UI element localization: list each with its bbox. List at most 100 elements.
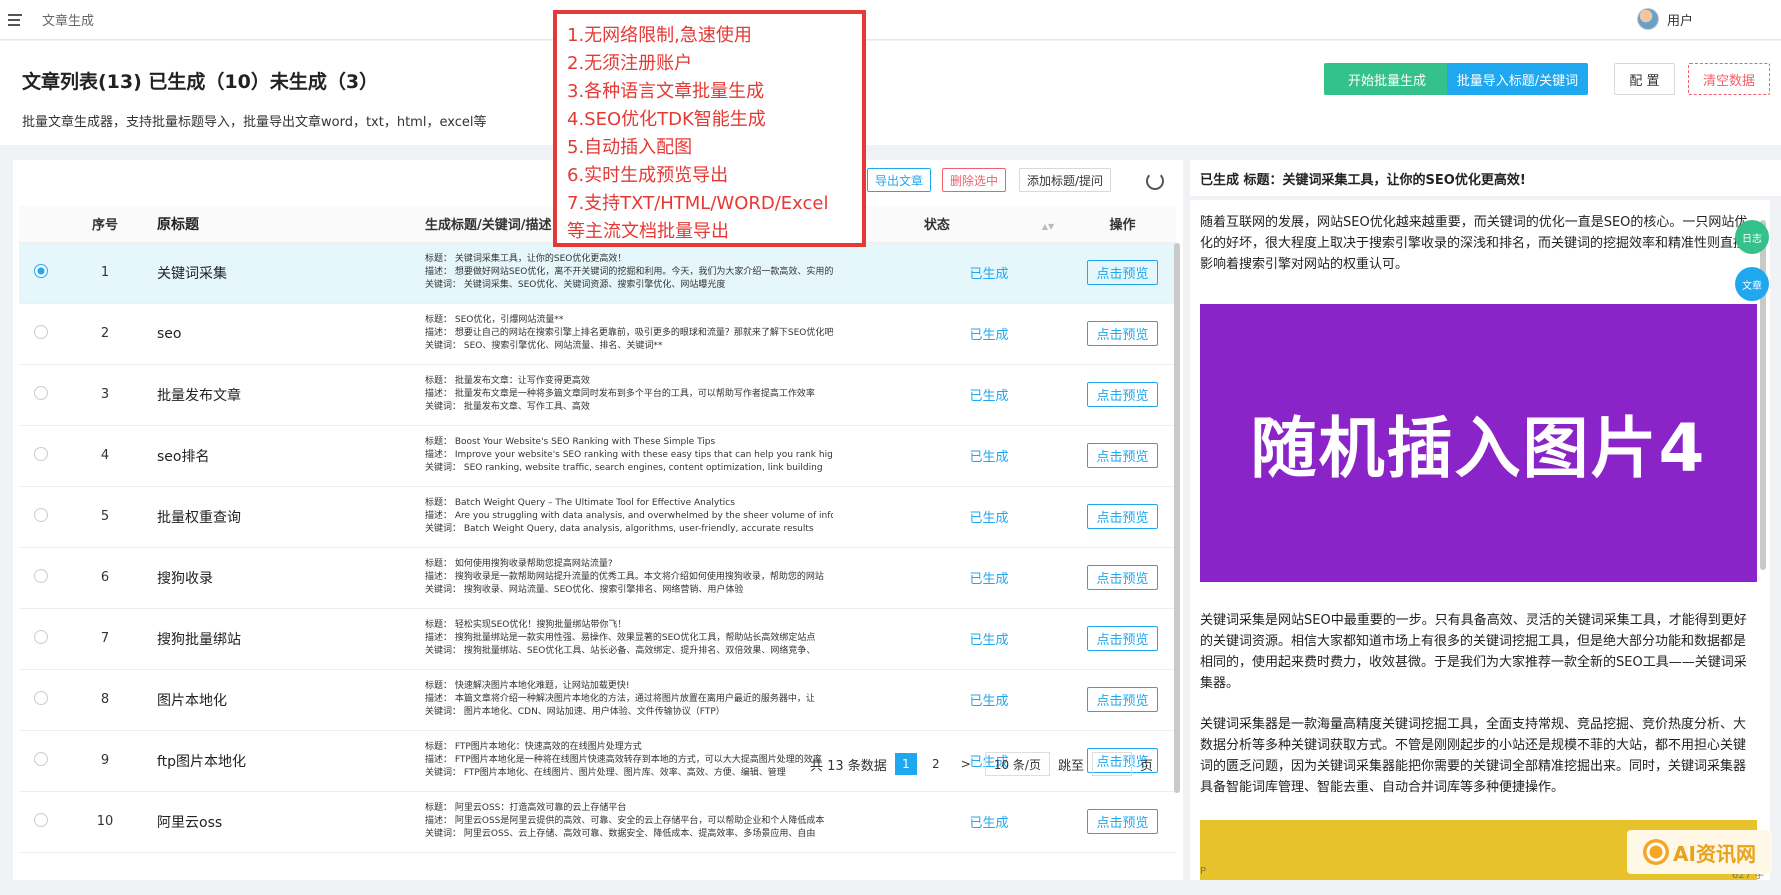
preview-paragraph-1: 关键词采集是网站SEO中最重要的一步。只有具备高效、灵活的关键词采集工具，才能得…	[1200, 613, 1747, 691]
watermark-icon	[1643, 839, 1670, 865]
preview-button[interactable]: 点击预览	[1087, 443, 1158, 468]
row-radio[interactable]	[34, 263, 48, 278]
row-status-cell: 已生成	[909, 242, 1069, 304]
start-batch-button[interactable]: 开始批量生成	[1324, 63, 1450, 95]
gen-desc: 描述： 想要让自己的网站在搜索引擎上排名更靠前，吸引更多的眼球和流量？那就来了解…	[425, 328, 833, 338]
row-action-cell: 点击预览	[1069, 608, 1176, 670]
row-radio[interactable]	[34, 446, 48, 461]
table-row[interactable]: 4 seo排名 标题： Boost Your Website's SEO Ranki…	[19, 425, 1176, 487]
row-generated: 标题： 轻松实现SEO优化！搜狗批量绑站带你飞！ 描述： 搜狗批量绑站是一款实用性…	[423, 608, 909, 670]
gen-desc: 描述： 阿里云OSS是阿里云提供的高效、可靠、安全的云上存储平台，可以帮助企业和…	[425, 816, 825, 826]
export-articles-button[interactable]: 导出文章	[867, 168, 932, 192]
preview-button[interactable]: 点击预览	[1087, 321, 1158, 346]
row-action-cell: 点击预览	[1069, 364, 1176, 426]
gen-desc: 描述： FTP图片本地化是一种将在线图片快速高效转存到本地的方式，可以大大提高图…	[425, 755, 822, 765]
gen-title: 标题： FTP图片本地化：快速高效的在线图片处理方式	[425, 742, 642, 752]
table-row[interactable]: 2 seo 标题： SEO优化，引爆网站流量** 描述： 想要让自己的网站在搜索引擎上…	[19, 303, 1176, 365]
preview-body[interactable]: 随着互联网的发展，网站SEO优化越来越重要，而关键词的优化一直是SEO的核心。一…	[1190, 200, 1770, 880]
row-title: 阿里云oss	[147, 791, 423, 853]
preview-button[interactable]: 点击预览	[1087, 687, 1158, 712]
refresh-icon[interactable]	[1146, 172, 1164, 190]
row-action-cell: 点击预览	[1069, 791, 1176, 853]
user-menu[interactable]: 用户	[1636, 8, 1693, 30]
row-index: 4	[63, 425, 147, 487]
preview-button[interactable]: 点击预览	[1087, 260, 1158, 285]
row-radio[interactable]	[34, 568, 48, 583]
row-title: ftp图片本地化	[147, 730, 423, 792]
header-status-label: 状态	[923, 218, 950, 234]
gen-title: 标题： SEO优化，引爆网站流量**	[425, 315, 564, 325]
header-action: 操作	[1069, 206, 1176, 243]
row-select-cell	[19, 791, 63, 853]
gen-title: 标题： 如何使用搜狗收录帮助您提高网站流量?	[425, 559, 613, 569]
gen-keywords: 关键词： FTP图片本地化、在线图片、图片处理、图片库、效率、高效、方便、编辑、…	[425, 768, 786, 778]
gen-desc: 描述： 想要做好网站SEO优化，离不开关键词的挖掘和利用。今天，我们为大家介绍一…	[425, 267, 833, 277]
feature-line: 1.无网络限制,急速使用	[567, 25, 752, 46]
import-titles-button[interactable]: 批量导入标题/关键词	[1447, 63, 1588, 95]
page-size-select[interactable]: 10 条/页	[984, 752, 1050, 776]
table-row[interactable]: 7 搜狗批量绑站 标题： 轻松实现SEO优化！搜狗批量绑站带你飞！ 描述： 搜狗批量绑…	[19, 608, 1176, 670]
row-status-cell: 已生成	[909, 425, 1069, 487]
gen-keywords: 关键词： Batch Weight Query, data analysis, …	[425, 524, 814, 534]
next-page-icon[interactable]: >	[955, 753, 977, 775]
row-index: 3	[63, 364, 147, 426]
preview-button[interactable]: 点击预览	[1087, 565, 1158, 590]
config-button[interactable]: 配 置	[1614, 63, 1675, 95]
clear-data-button[interactable]: 清空数据	[1688, 63, 1770, 95]
status-badge: 已生成	[969, 694, 1009, 709]
row-status-cell: 已生成	[909, 669, 1069, 731]
status-badge: 已生成	[969, 389, 1009, 404]
row-radio[interactable]	[34, 629, 48, 644]
preview-button[interactable]: 点击预览	[1087, 626, 1158, 651]
gen-title: 标题： 轻松实现SEO优化！搜狗批量绑站带你飞！	[425, 620, 627, 630]
table-row[interactable]: 8 图片本地化 标题： 快速解决图片本地化难题，让网站加载更快! 描述： 本篇文章将介…	[19, 669, 1176, 731]
jump-label: 跳至	[1057, 758, 1084, 774]
page-title: 文章列表(13) 已生成（10）未生成（3）	[22, 71, 379, 93]
gen-keywords: 关键词： 图片本地化、CDN、网站加速、用户体验、文件传输协议（FTP）	[425, 707, 725, 717]
table-row[interactable]: 1 关键词采集 标题： 关键词采集工具，让你的SEO优化更高效！ 描述： 想要做好网站…	[19, 242, 1176, 304]
row-index: 5	[63, 486, 147, 548]
delete-selected-button[interactable]: 删除选中	[942, 168, 1007, 192]
row-radio[interactable]	[34, 507, 48, 522]
table-row[interactable]: 3 批量发布文章 标题： 批量发布文章：让写作变得更高效 描述： 批量发布文章是一种将…	[19, 364, 1176, 426]
row-radio[interactable]	[34, 324, 48, 339]
row-title: seo排名	[147, 425, 423, 487]
watermark-text: AI资讯网	[1673, 841, 1756, 866]
row-radio[interactable]	[34, 812, 48, 827]
row-generated: 标题： 关键词采集工具，让你的SEO优化更高效！ 描述： 想要做好网站SEO优化，…	[423, 242, 909, 304]
row-generated: 标题： Batch Weight Query – The Ultimate To…	[423, 486, 909, 548]
feature-overlay: 1.无网络限制,急速使用 2.无须注册账户 3.各种语言文章批量生成 4.SEO…	[553, 10, 866, 247]
preview-button[interactable]: 点击预览	[1087, 382, 1158, 407]
preview-button[interactable]: 点击预览	[1087, 504, 1158, 529]
watermark: AI资讯网	[1627, 830, 1772, 874]
preview-inserted-image: 随机插入图片4	[1200, 304, 1757, 582]
feature-line: 7.支持TXT/HTML/WORD/Excel	[567, 193, 829, 214]
table-row[interactable]: 6 搜狗收录 标题： 如何使用搜狗收录帮助您提高网站流量? 描述： 搜狗收录是一款帮助…	[19, 547, 1176, 609]
row-radio[interactable]	[34, 751, 48, 766]
row-index: 9	[63, 730, 147, 792]
table-row[interactable]: 10 阿里云oss 标题： 阿里云OSS：打造高效可靠的云上存储平台 描述： 阿里云O…	[19, 791, 1176, 853]
row-radio[interactable]	[34, 385, 48, 400]
row-radio[interactable]	[34, 690, 48, 705]
article-float-button[interactable]: 文章	[1735, 267, 1769, 301]
header-status[interactable]: 状态 ▲▼	[909, 206, 1069, 243]
log-float-button[interactable]: 日志	[1735, 220, 1769, 254]
status-badge: 已生成	[969, 450, 1009, 465]
row-title: seo	[147, 303, 423, 365]
row-select-cell	[19, 242, 63, 304]
row-action-cell: 点击预览	[1069, 303, 1176, 365]
status-badge: 已生成	[969, 633, 1009, 648]
table-scrollbar[interactable]	[1174, 243, 1180, 793]
preview-footer-path: P	[1200, 866, 1207, 877]
add-title-button[interactable]: 添加标题/提问	[1019, 168, 1112, 192]
page-1-button[interactable]: 1	[894, 753, 917, 775]
page-2-button[interactable]: 2	[925, 753, 947, 775]
row-action-cell: 点击预览	[1069, 425, 1176, 487]
menu-toggle-icon[interactable]	[8, 10, 28, 30]
row-select-cell	[19, 730, 63, 792]
sort-icon[interactable]: ▲▼	[1042, 222, 1054, 231]
row-generated: 标题： 如何使用搜狗收录帮助您提高网站流量? 描述： 搜狗收录是一款帮助网站提升流…	[423, 547, 909, 609]
preview-button[interactable]: 点击预览	[1087, 809, 1158, 834]
table-row[interactable]: 5 批量权重查询 标题： Batch Weight Query – The Ulti…	[19, 486, 1176, 548]
jump-page-input[interactable]	[1091, 752, 1132, 776]
